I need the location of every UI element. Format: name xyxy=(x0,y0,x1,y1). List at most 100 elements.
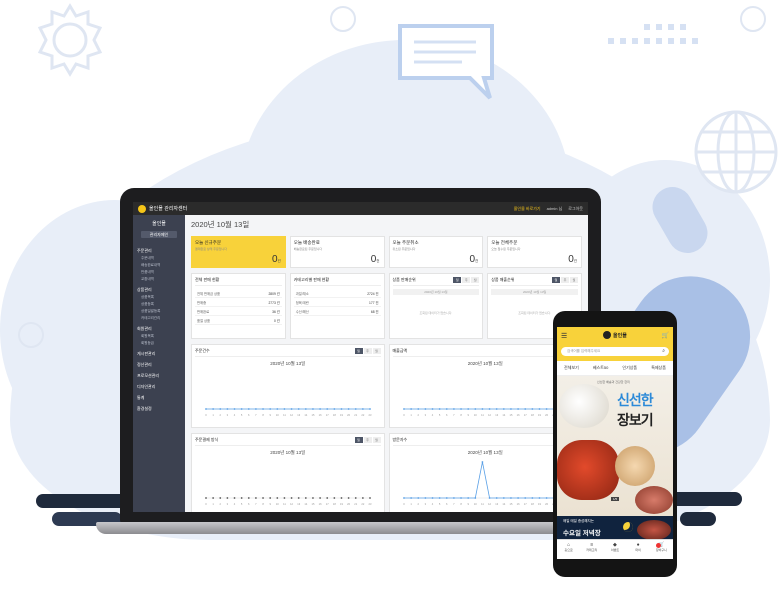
admin-main-button[interactable]: 관리자메인 xyxy=(141,231,177,238)
banner-subtitle: 신선한 배송과 건강한 한끼 xyxy=(597,380,630,384)
sidebar-item[interactable]: 카테고리관리 xyxy=(133,315,185,322)
product-ranking-panel: 상품 판매순위 일 주 월 2020년 10월 13일 조회된 데이터가 없습니… xyxy=(388,273,484,339)
banner-title-line1: 신선한 xyxy=(617,392,654,408)
sidebar-group-members[interactable]: 회원관리 xyxy=(133,322,185,333)
sidebar-group-products[interactable]: 상품관리 xyxy=(133,283,185,294)
sidebar-group-board[interactable]: 게시판관리 xyxy=(133,347,185,358)
tab-best50[interactable]: 베스트50 xyxy=(593,365,609,371)
kv-row: 수산/해산 68 건 xyxy=(293,307,381,316)
main-banner[interactable]: 신선한 배송과 건강한 한끼 신선한 장보기 1/5 xyxy=(557,376,673,516)
period-month-button[interactable]: 월 xyxy=(570,277,578,283)
x-tick-label: 3 xyxy=(227,413,229,417)
sidebar-item[interactable]: 교환내역 xyxy=(133,276,185,283)
sidebar-item[interactable]: 상품목록 xyxy=(133,294,185,301)
data-point xyxy=(319,408,321,410)
sidebar-item[interactable]: 회원목록 xyxy=(133,333,185,340)
x-tick-label: 5 xyxy=(241,413,243,417)
kv-value: 2724 건 xyxy=(367,291,379,296)
stat-card-cancelled[interactable]: 오늘 주문취소 취소된 주문입니다 0건 xyxy=(388,236,484,268)
tab-special[interactable]: 특제상품 xyxy=(651,365,666,371)
nav-my[interactable]: ● 마이 xyxy=(628,542,648,559)
laptop-base xyxy=(96,522,626,534)
nav-event[interactable]: ◆ 이벤트 xyxy=(605,542,625,559)
data-point xyxy=(212,497,215,499)
stat-card-new-orders[interactable]: 오늘 신규주문 결제완료 상태 주문입니다 0건 xyxy=(191,236,286,268)
period-day-button[interactable]: 일 xyxy=(354,348,363,354)
sidebar-item[interactable]: 배송완료내역 xyxy=(133,262,185,269)
banner-dish-image xyxy=(615,446,655,486)
x-tick-label: 16 xyxy=(516,502,519,506)
shop-link[interactable]: 올인몰 바로가기 xyxy=(514,206,541,212)
x-tick-label: 9 xyxy=(467,413,469,417)
dot-grid-decoration xyxy=(608,24,698,44)
period-month-button[interactable]: 월 xyxy=(372,348,381,354)
search-placeholder: 검색어를 입력해주세요 xyxy=(567,349,601,353)
cart-icon[interactable]: 🛒 xyxy=(662,332,669,339)
kv-key: 전체 판매금 상품 xyxy=(197,291,221,296)
x-tick-label: 6 xyxy=(248,502,250,506)
banner-food-image xyxy=(559,384,609,428)
sidebar-item[interactable]: 회원등급 xyxy=(133,340,185,347)
x-tick-label: 11 xyxy=(481,502,484,506)
data-point xyxy=(530,497,533,499)
order-count-plot: 0 1 2 3 4 5 6 7 8 9 10 11 12 13 14 15 16 17 18 19 20 21 22 23 xyxy=(205,408,372,417)
x-tick-label: 18 xyxy=(530,502,533,506)
period-week-button[interactable]: 주 xyxy=(363,437,372,443)
kv-key: 과일/채소 xyxy=(295,291,309,296)
sidebar-group-settings[interactable]: 환경설정 xyxy=(133,402,185,413)
period-month-button[interactable]: 월 xyxy=(372,437,381,443)
data-point xyxy=(233,497,236,499)
sidebar-group-stats[interactable]: 통계 xyxy=(133,391,185,402)
sidebar-group-design[interactable]: 디자인관리 xyxy=(133,380,185,391)
kv-row: 전체 판매금 상품 2809 건 xyxy=(195,289,282,298)
sidebar-group-orders[interactable]: 주문관리 xyxy=(133,244,185,255)
data-point xyxy=(333,497,336,499)
dashboard-main: 2020년 10월 13일 오늘 신규주문 결제완료 상태 주문입니다 0건 오… xyxy=(185,215,588,512)
order-count-chart: 주문건수 일 주 월 2020년 10월 13일 0 1 2 3 4 5 6 7 8 9 10 11 1… xyxy=(191,344,385,428)
data-point xyxy=(340,408,343,410)
nav-category[interactable]: ≡ 카테고리 xyxy=(582,542,602,559)
x-tick-label: 3 xyxy=(424,502,426,506)
kv-value: 0 건 xyxy=(273,318,280,323)
mobile-tabs: 전체보기 베스트50 인기상품 특제상품 xyxy=(557,361,673,376)
logout-link[interactable]: 로그아웃 xyxy=(568,206,583,212)
data-point xyxy=(545,497,548,499)
data-point xyxy=(340,497,343,499)
x-tick-label: 1 xyxy=(410,413,412,417)
tab-popular[interactable]: 인기상품 xyxy=(622,365,637,371)
tab-all[interactable]: 전체보기 xyxy=(564,365,579,371)
sidebar-item[interactable]: 반품내역 xyxy=(133,269,185,276)
sidebar-group-promotion[interactable]: 프로모션관리 xyxy=(133,369,185,380)
sidebar-group-settlement[interactable]: 정산관리 xyxy=(133,358,185,369)
period-week-button[interactable]: 주 xyxy=(462,277,471,283)
period-day-button[interactable]: 일 xyxy=(552,277,560,283)
stat-card-total-orders[interactable]: 오늘 전체주문 오늘 접수된 주문입니다 0건 xyxy=(487,236,582,268)
sidebar-item[interactable]: 상품일괄등록 xyxy=(133,308,185,315)
search-icon[interactable]: ⌕ xyxy=(662,347,665,356)
period-day-button[interactable]: 일 xyxy=(453,277,462,283)
data-point xyxy=(212,408,215,410)
period-week-button[interactable]: 주 xyxy=(561,277,569,283)
sidebar-item[interactable]: 상품등록 xyxy=(133,301,185,308)
nav-label: 홈으로 xyxy=(564,548,573,552)
nav-cart[interactable]: 🛒 장바구니 xyxy=(651,542,671,559)
x-tick-label: 18 xyxy=(530,413,533,417)
stat-card-delivered[interactable]: 오늘 배송완료 배송완료된 주문입니다 0건 xyxy=(289,236,385,268)
period-week-button[interactable]: 주 xyxy=(363,348,372,354)
sidebar-item[interactable]: 주문내역 xyxy=(133,255,185,262)
search-input[interactable]: 검색어를 입력해주세요 ⌕ xyxy=(561,347,669,356)
kv-key: 판매중 xyxy=(197,300,207,305)
mobile-search-bar: 검색어를 입력해주세요 ⌕ xyxy=(557,344,673,361)
data-point xyxy=(466,497,469,499)
data-point xyxy=(347,408,350,410)
period-month-button[interactable]: 월 xyxy=(471,277,480,283)
mobile-logo[interactable]: 올인몰 xyxy=(603,331,627,339)
kv-value: 36 건 xyxy=(272,309,280,314)
period-day-button[interactable]: 일 xyxy=(354,437,363,443)
nav-label: 장바구니 xyxy=(655,548,667,552)
nav-home[interactable]: ⌂ 홈으로 xyxy=(559,542,579,559)
x-tick-label: 4 xyxy=(234,502,236,506)
stat-value: 0건 xyxy=(469,254,478,265)
hamburger-menu-icon[interactable]: ☰ xyxy=(561,332,567,340)
admin-top-bar: 올인몰 관리자센터 올인몰 바로가기 admin 님 로그아웃 xyxy=(133,202,588,215)
